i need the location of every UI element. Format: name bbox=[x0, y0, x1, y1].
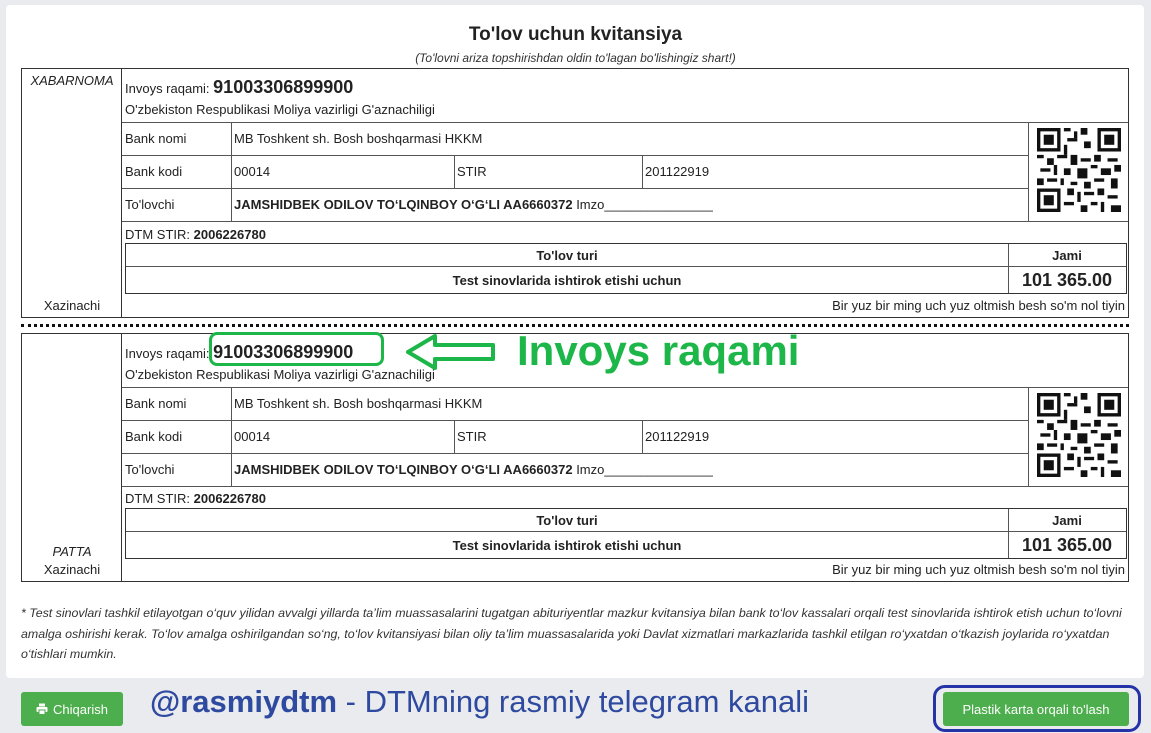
print-icon bbox=[36, 703, 48, 715]
payment-type-header: To'lov turi bbox=[536, 247, 598, 263]
organization-name: O'zbekiston Respublikasi Moliya vazirlig… bbox=[125, 367, 435, 382]
bank-code-label: Bank kodi bbox=[125, 429, 183, 444]
invoice-number: 91003306899900 bbox=[213, 77, 354, 97]
telegram-promo: @rasmiydtm - DTMning rasmiy telegram kan… bbox=[150, 684, 809, 720]
row-divider bbox=[122, 188, 1028, 189]
dtm-stir-value: 2006226780 bbox=[193, 227, 266, 242]
card-payment-button[interactable]: Plastik karta orqali to'lash bbox=[943, 692, 1129, 726]
total-value: 101 365.00 bbox=[1021, 269, 1113, 290]
total-header: Jami bbox=[1052, 247, 1082, 263]
receipt-side-label: XABARNOMA bbox=[30, 73, 114, 88]
col-divider bbox=[1028, 122, 1029, 221]
row-divider bbox=[122, 453, 1028, 454]
invoice-annotation-label: Invoys raqami bbox=[517, 327, 800, 374]
print-button-label: Chiqarish bbox=[53, 701, 108, 717]
payment-table: To'lov turi Jami Test sinovlarida ishtir… bbox=[125, 508, 1127, 559]
bank-code-value: 00014 bbox=[234, 429, 271, 444]
col-divider bbox=[642, 155, 643, 188]
bank-code-value: 00014 bbox=[234, 164, 271, 179]
stir-label: STIR bbox=[457, 429, 487, 444]
invoice-line: Invoys raqami: 91003306899900 bbox=[125, 77, 353, 98]
dtm-stir-line: DTM STIR: 2006226780 bbox=[125, 491, 266, 506]
payment-type-value: Test sinovlarida ishtirok etishi uchun bbox=[452, 272, 682, 288]
page-subtitle: (To'lovni ariza topshirishdan oldin to'l… bbox=[415, 51, 736, 65]
payer-value: JAMSHIDBEK ODILOV TO‘LQINBOY O‘G‘LI AA66… bbox=[234, 462, 573, 477]
signature-line: Imzo_______________ bbox=[576, 197, 713, 212]
bank-code-label: Bank kodi bbox=[125, 164, 183, 179]
payer-label: To'lovchi bbox=[125, 197, 175, 212]
bank-name-label: Bank nomi bbox=[125, 131, 187, 146]
qr-code-icon bbox=[1037, 128, 1121, 212]
dtm-stir-label: DTM STIR: bbox=[125, 227, 190, 242]
bank-name-label: Bank nomi bbox=[125, 396, 187, 411]
receipt-side-label: PATTA bbox=[52, 544, 92, 559]
payer-line: JAMSHIDBEK ODILOV TO‘LQINBOY O‘G‘LI AA66… bbox=[234, 462, 713, 477]
total-header: Jami bbox=[1052, 512, 1082, 528]
cashier-label: Xazinachi bbox=[43, 298, 101, 313]
qr-code-icon bbox=[1037, 393, 1121, 477]
invoice-label: Invoys raqami: bbox=[125, 81, 210, 96]
stir-label: STIR bbox=[457, 164, 487, 179]
row-divider bbox=[122, 155, 1028, 156]
telegram-text: - DTMning rasmiy telegram kanali bbox=[337, 684, 810, 719]
row-divider bbox=[122, 221, 1128, 222]
payment-type-header: To'lov turi bbox=[536, 512, 598, 528]
payment-type-value: Test sinovlarida ishtirok etishi uchun bbox=[452, 537, 682, 553]
stir-value: 201122919 bbox=[645, 429, 710, 444]
invoice-label: Invoys raqami: bbox=[125, 346, 210, 361]
row-divider bbox=[122, 420, 1028, 421]
col-divider bbox=[231, 387, 232, 486]
row-divider bbox=[122, 486, 1128, 487]
invoice-highlight-box bbox=[209, 332, 384, 366]
footnote: * Test sinovlari tashkil etilayotgan o‘q… bbox=[21, 606, 1122, 661]
receipt-side-column: PATTA Xazinachi bbox=[22, 334, 122, 581]
amount-in-words: Bir yuz bir ming uch yuz oltmish besh so… bbox=[832, 298, 1125, 313]
col-divider bbox=[231, 122, 232, 221]
arrow-left-icon bbox=[406, 334, 495, 370]
page-title: To'lov uchun kvitansiya bbox=[468, 24, 683, 45]
col-divider bbox=[454, 420, 455, 453]
col-divider bbox=[642, 420, 643, 453]
organization-name: O'zbekiston Respublikasi Moliya vazirlig… bbox=[125, 102, 435, 117]
receipt-side-column: XABARNOMA Xazinachi bbox=[22, 69, 122, 317]
cashier-label: Xazinachi bbox=[43, 562, 101, 577]
payer-line: JAMSHIDBEK ODILOV TO‘LQINBOY O‘G‘LI AA66… bbox=[234, 197, 713, 212]
row-divider bbox=[122, 122, 1128, 123]
dtm-stir-line: DTM STIR: 2006226780 bbox=[125, 227, 266, 242]
col-divider bbox=[1028, 387, 1029, 486]
bank-name-value: MB Toshkent sh. Bosh boshqarmasi HKKM bbox=[234, 396, 483, 411]
bank-name-value: MB Toshkent sh. Bosh boshqarmasi HKKM bbox=[234, 131, 483, 146]
stir-value: 201122919 bbox=[645, 164, 710, 179]
payer-label: To'lovchi bbox=[125, 462, 175, 477]
dtm-stir-value: 2006226780 bbox=[193, 491, 266, 506]
row-divider bbox=[122, 387, 1128, 388]
print-button[interactable]: Chiqarish bbox=[21, 692, 123, 726]
receipt-notice: XABARNOMA Xazinachi Invoys raqami: 91003… bbox=[21, 68, 1129, 318]
telegram-handle: @rasmiydtm bbox=[150, 684, 338, 719]
payment-table: To'lov turi Jami Test sinovlarida ishtir… bbox=[125, 243, 1127, 294]
amount-in-words: Bir yuz bir ming uch yuz oltmish besh so… bbox=[832, 562, 1125, 577]
col-divider bbox=[454, 155, 455, 188]
signature-line: Imzo_______________ bbox=[576, 462, 713, 477]
total-value: 101 365.00 bbox=[1021, 534, 1113, 555]
payer-value: JAMSHIDBEK ODILOV TO‘LQINBOY O‘G‘LI AA66… bbox=[234, 197, 573, 212]
dtm-stir-label: DTM STIR: bbox=[125, 491, 190, 506]
